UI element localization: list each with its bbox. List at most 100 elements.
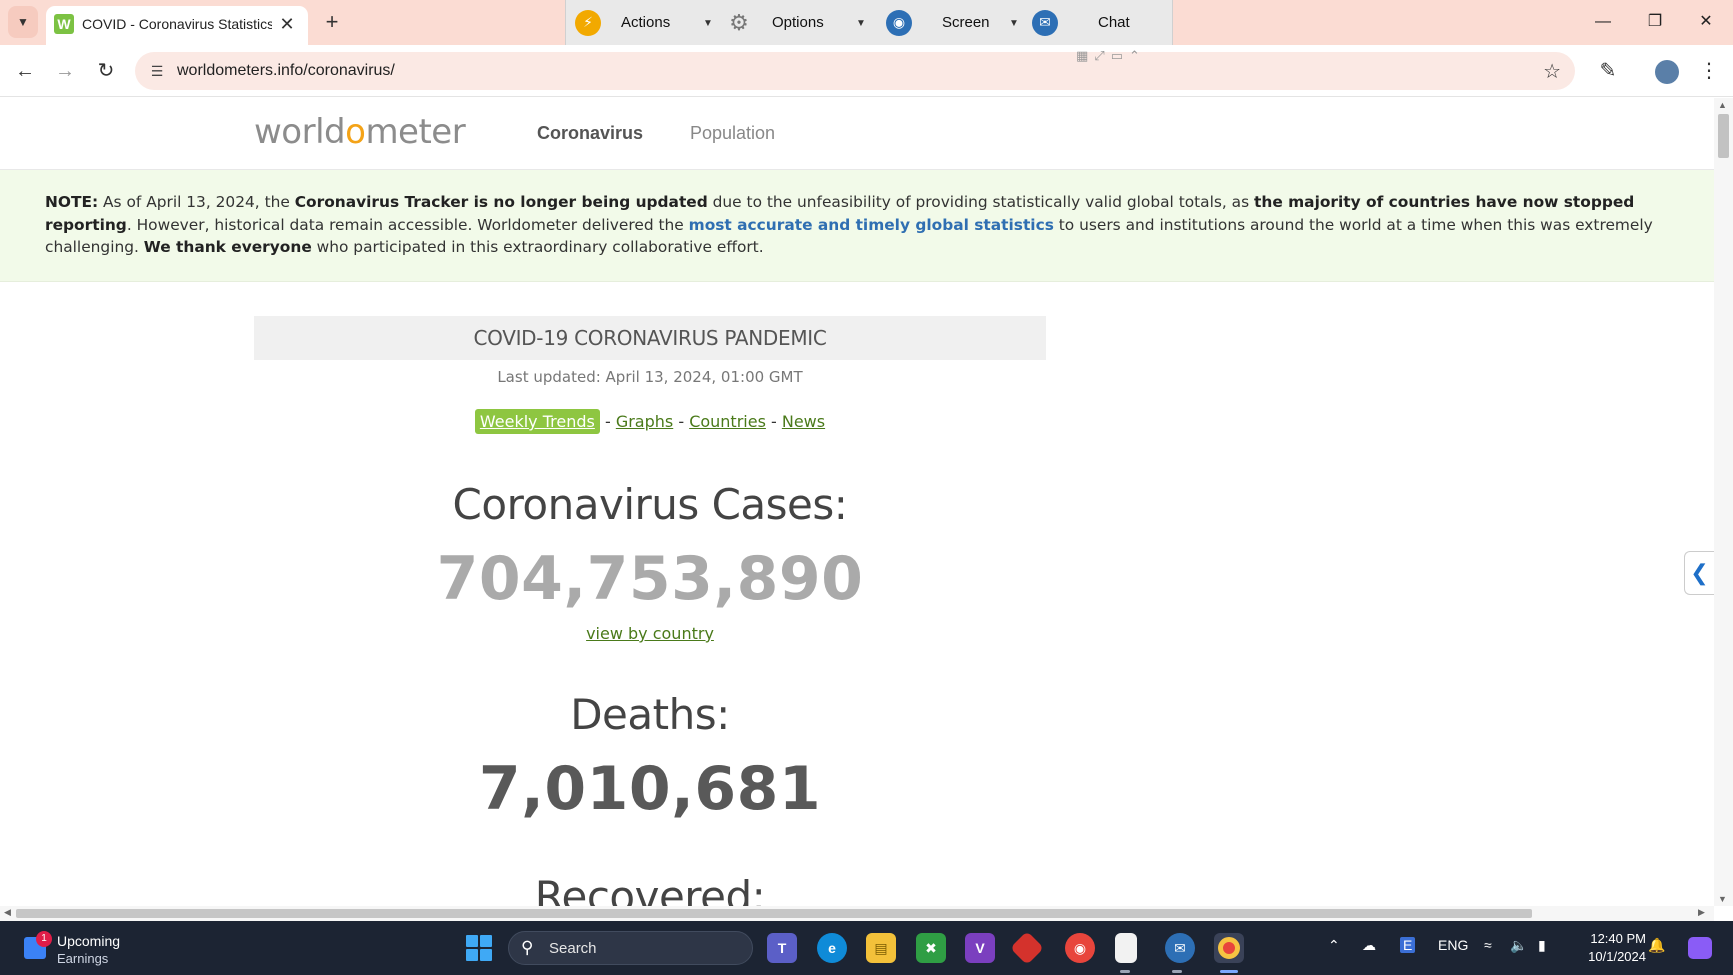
browser-titlebar: ▼ W COVID - Coronavirus Statistics - Wor… — [0, 0, 1733, 45]
remote-desktop-icon[interactable]: ✉ — [1165, 933, 1195, 963]
global-statistics-link[interactable]: most accurate and timely global statisti… — [689, 216, 1054, 234]
caret-down-icon[interactable]: ▼ — [703, 18, 713, 29]
edge-icon[interactable]: e — [817, 933, 847, 963]
view-by-country-link[interactable]: view by country — [586, 624, 714, 643]
teams-icon[interactable]: T — [767, 933, 797, 963]
actions-label: Actions — [621, 14, 671, 31]
fit-icon[interactable]: ⤢ — [1094, 48, 1104, 64]
site-info-icon[interactable]: ☰ — [147, 61, 167, 81]
restore-icon[interactable]: ❐ — [1632, 6, 1678, 38]
minimize-icon[interactable]: — — [1580, 6, 1626, 38]
scrollbar-thumb[interactable] — [1718, 114, 1729, 158]
language-indicator[interactable]: ENG — [1438, 937, 1468, 953]
scrollbar-thumb[interactable] — [16, 909, 1532, 918]
scroll-up-icon[interactable]: ▲ — [1718, 100, 1727, 110]
volume-icon[interactable]: 🔈 — [1510, 937, 1527, 954]
graphs-link[interactable]: Graphs — [616, 412, 673, 431]
chevron-up-icon[interactable]: ⌃ — [1328, 937, 1340, 954]
visual-studio-icon[interactable]: V — [965, 933, 995, 963]
pandemic-title: COVID-19 CORONAVIRUS PANDEMIC — [254, 316, 1046, 360]
screen-menu[interactable]: ◉ Screen — [886, 0, 990, 45]
scroll-left-icon[interactable]: ◀ — [4, 907, 11, 918]
windows-start-icon[interactable] — [466, 935, 492, 961]
worldometer-favicon-icon: W — [54, 14, 74, 34]
chat-icon: ✉ — [1032, 9, 1058, 36]
file-explorer-icon[interactable]: ▤ — [866, 933, 896, 963]
chrome-icon[interactable]: ◉ — [1065, 933, 1095, 963]
cases-label: Coronavirus Cases: — [452, 480, 848, 529]
extensions-icon[interactable]: ✎ — [1592, 55, 1624, 87]
taskbar-search[interactable]: ⚲ Search — [508, 931, 753, 965]
new-tab-button[interactable]: + — [318, 8, 346, 36]
widget-line1: Upcoming — [57, 933, 121, 949]
notepad-icon[interactable] — [1115, 933, 1137, 963]
close-window-icon[interactable]: ✕ — [1683, 6, 1729, 38]
git-icon[interactable] — [1010, 931, 1044, 965]
widgets-button[interactable]: 1 Upcoming Earnings — [22, 929, 162, 969]
gear-icon: ⚙ — [729, 9, 749, 35]
nav-link-population[interactable]: Population — [690, 123, 775, 144]
screen-icon: ◉ — [886, 9, 912, 36]
vertical-scrollbar[interactable]: ▲ ▼ — [1714, 98, 1733, 906]
caret-down-icon[interactable]: ▼ — [856, 18, 866, 29]
options-menu[interactable]: ⚙ Options — [726, 0, 824, 45]
caret-down-icon[interactable]: ▼ — [1009, 18, 1019, 29]
browser-tab-active[interactable]: W COVID - Coronavirus Statistics - World… — [46, 6, 308, 45]
search-icon: ⚲ — [521, 938, 534, 957]
chrome-active-icon[interactable] — [1214, 933, 1244, 963]
options-label: Options — [772, 14, 824, 31]
note-bold: Coronavirus Tracker is no longer being u… — [294, 193, 708, 211]
close-tab-icon[interactable]: ✕ — [276, 13, 298, 35]
clock-time: 12:40 PM — [1590, 931, 1646, 946]
input-method-icon[interactable]: E — [1400, 937, 1416, 953]
forward-icon[interactable]: → — [49, 55, 81, 87]
remote-session-toolbar: ⚡ Actions ▼ ⚙ Options ▼ ◉ Screen ▼ ✉ Cha… — [565, 0, 1173, 45]
weekly-trends-link[interactable]: Weekly Trends — [474, 409, 600, 434]
chevron-left-icon[interactable]: ❮ — [1684, 551, 1714, 595]
horizontal-scrollbar[interactable]: ◀ ▶ — [0, 906, 1714, 921]
wifi-icon[interactable]: ≈ — [1484, 937, 1492, 953]
countries-link[interactable]: Countries — [689, 412, 766, 431]
recovered-label: Recovered: — [534, 872, 766, 906]
worldometer-logo[interactable]: worldometer — [254, 112, 466, 152]
actions-menu[interactable]: ⚡ Actions — [575, 0, 670, 45]
web-page: worldometer Coronavirus Population NOTE:… — [0, 98, 1714, 906]
note-bold: We thank everyone — [143, 238, 312, 256]
logo-o: o — [345, 112, 366, 152]
collapse-icon[interactable]: ⌃ — [1129, 48, 1140, 64]
deaths-count: 7,010,681 — [478, 754, 822, 824]
widget-line2: Earnings — [57, 951, 109, 966]
reload-icon[interactable]: ↻ — [90, 55, 122, 87]
active-app-indicator — [1220, 970, 1238, 973]
copilot-icon[interactable] — [1688, 937, 1712, 959]
separator: - — [765, 412, 782, 431]
browser-menu-icon[interactable]: ⋮ — [1693, 55, 1725, 87]
separator: - — [673, 412, 690, 431]
note-label: NOTE: — [45, 193, 99, 211]
logo-text: world — [254, 112, 346, 152]
bookmark-star-icon[interactable]: ☆ — [1543, 59, 1561, 84]
note-text: As of April 13, 2024, the — [98, 193, 295, 211]
clock[interactable]: 12:40 PM 10/1/2024 — [1570, 930, 1646, 966]
snipping-tool-icon[interactable]: ✖ — [916, 933, 946, 963]
notification-bell-icon[interactable]: 🔔 — [1648, 937, 1665, 954]
grid-icon[interactable]: ▦ — [1076, 48, 1088, 64]
separator: - — [599, 412, 616, 431]
nav-link-coronavirus[interactable]: Coronavirus — [537, 123, 643, 144]
address-bar[interactable]: ☰ worldometers.info/coronavirus/ ☆ — [135, 52, 1575, 90]
onedrive-cloud-icon[interactable]: ☁ — [1362, 937, 1376, 954]
tab-search-button[interactable]: ▼ — [8, 6, 38, 38]
profile-avatar[interactable] — [1651, 55, 1683, 87]
running-indicator — [1172, 970, 1182, 973]
scroll-right-icon[interactable]: ▶ — [1698, 907, 1705, 918]
chat-label: Chat — [1098, 14, 1130, 31]
news-link[interactable]: News — [782, 412, 825, 431]
chat-button[interactable]: ✉ Chat — [1032, 0, 1130, 45]
back-icon[interactable]: ← — [9, 55, 41, 87]
remote-mini-toolbar: ▦ ⤢ ▭ ⌃ — [1076, 48, 1140, 64]
clock-date: 10/1/2024 — [1588, 949, 1646, 964]
windows-taskbar: 1 Upcoming Earnings ⚲ Search T e ▤ ✖ V ◉… — [0, 921, 1733, 975]
scroll-down-icon[interactable]: ▼ — [1718, 894, 1727, 904]
battery-icon[interactable]: ▮ — [1538, 937, 1546, 954]
monitor-icon[interactable]: ▭ — [1111, 48, 1123, 64]
